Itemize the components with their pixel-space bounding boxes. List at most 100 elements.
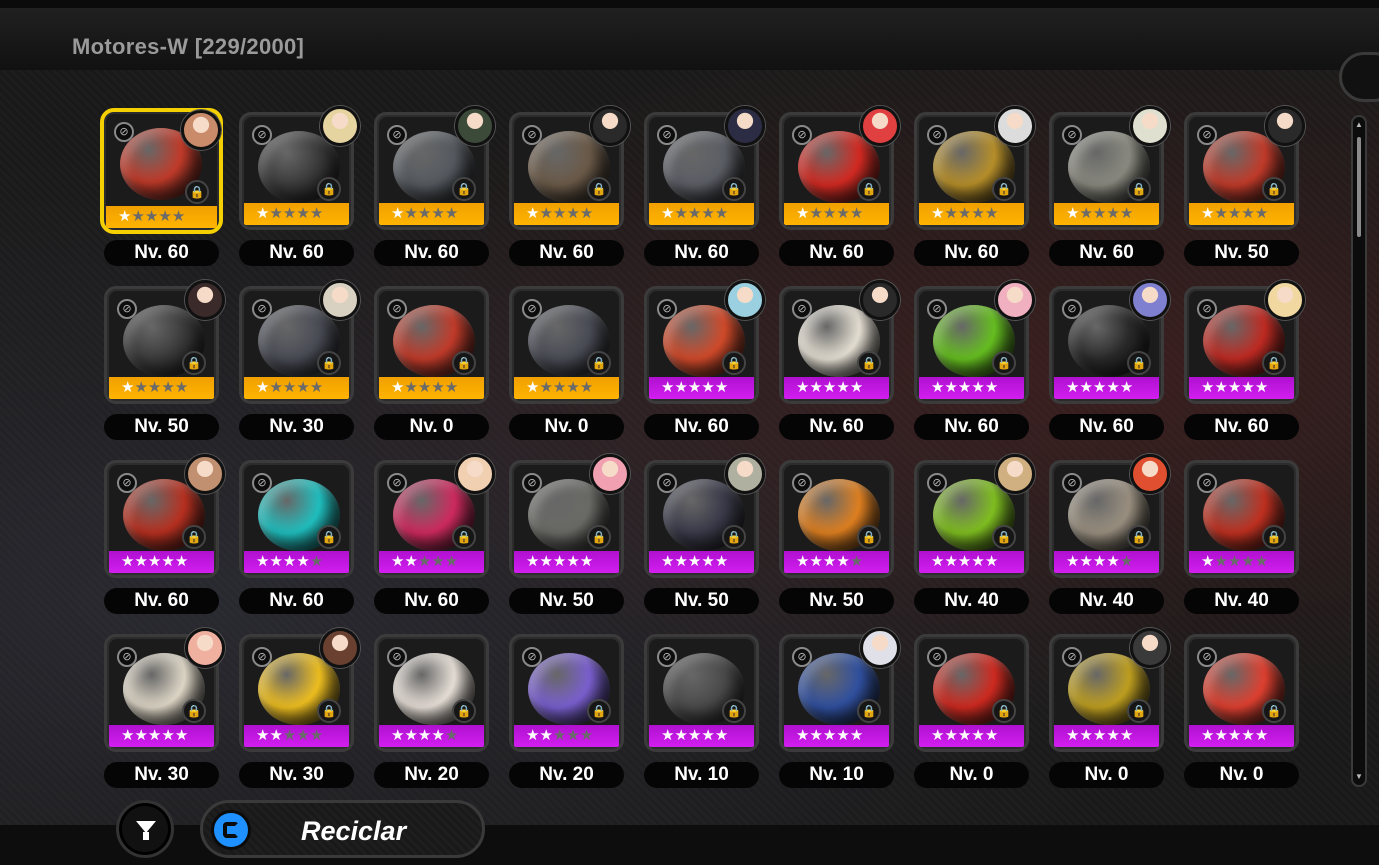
engine-card[interactable]: ⊘ 🔒 ★★★★★ Nv. 50 [100, 280, 225, 456]
engine-card[interactable]: ⊘ 🔒 ★★★★★ Nv. 60 [640, 106, 765, 282]
star-icon: ★ [674, 205, 688, 222]
engine-tile[interactable]: ⊘ 🔒 ★★★★★ [509, 634, 624, 752]
engine-type-icon: ⊘ [252, 647, 272, 667]
engine-card[interactable]: ⊘ 🔒 ★★★★★ Nv. 10 [775, 628, 900, 804]
lock-icon[interactable]: 🔒 [1127, 177, 1151, 201]
equipped-agent-avatar [320, 628, 360, 668]
engine-card[interactable]: ⊘ 🔒 ★★★★★ Nv. 60 [910, 106, 1035, 282]
lock-icon[interactable]: 🔒 [722, 177, 746, 201]
star-icon: ★ [1214, 727, 1228, 744]
lock-icon[interactable]: 🔒 [317, 699, 341, 723]
engine-card[interactable]: ⊘ 🔒 ★★★★★ Nv. 60 [775, 106, 900, 282]
lock-icon[interactable]: 🔒 [452, 699, 476, 723]
engine-card[interactable]: ⊘ 🔒 ★★★★★ Nv. 60 [370, 106, 495, 282]
engine-card[interactable]: ⊘ 🔒 ★★★★★ Nv. 60 [235, 106, 360, 282]
lock-icon[interactable]: 🔒 [185, 180, 209, 204]
engine-tile[interactable]: ⊘ 🔒 ★★★★★ [644, 634, 759, 752]
engine-card[interactable]: ⊘ 🔒 ★★★★★ Nv. 0 [1180, 630, 1303, 804]
lock-icon[interactable]: 🔒 [1262, 351, 1286, 375]
scrollbar[interactable]: ▲ ▼ [1351, 115, 1367, 787]
scroll-thumb[interactable] [1357, 137, 1361, 237]
engine-level: Nv. 60 [644, 240, 759, 266]
engine-card[interactable]: ⊘ 🔒 ★★★★★ Nv. 30 [235, 628, 360, 804]
engine-tile[interactable]: ⊘ 🔒 ★★★★★ [1184, 634, 1299, 752]
engine-tile[interactable]: ⊘ 🔒 ★★★★★ [239, 460, 354, 578]
star-rating: ★★★★★ [1201, 379, 1268, 397]
engine-card[interactable]: ⊘ 🔒 ★★★★★ Nv. 40 [910, 454, 1035, 630]
engine-tile[interactable]: ⊘ 🔒 ★★★★★ [509, 286, 624, 404]
lock-icon[interactable]: 🔒 [182, 351, 206, 375]
engine-card[interactable]: ⊘ 🔒 ★★★★★ Nv. 20 [505, 630, 628, 804]
lock-icon[interactable]: 🔒 [452, 525, 476, 549]
lock-icon[interactable]: 🔒 [587, 177, 611, 201]
engine-card[interactable]: ⊘ 🔒 ★★★★★ Nv. 60 [1045, 106, 1170, 282]
engine-card[interactable]: ⊘ 🔒 ★★★★★ Nv. 30 [100, 628, 225, 804]
engine-card[interactable]: ⊘ 🔒 ★★★★★ Nv. 10 [640, 630, 763, 804]
lock-icon[interactable]: 🔒 [857, 351, 881, 375]
lock-icon[interactable]: 🔒 [1127, 351, 1151, 375]
lock-icon[interactable]: 🔒 [452, 177, 476, 201]
scroll-up-arrow-icon[interactable]: ▲ [1355, 121, 1363, 129]
lock-icon[interactable]: 🔒 [722, 699, 746, 723]
lock-icon[interactable]: 🔒 [857, 699, 881, 723]
lock-icon[interactable]: 🔒 [317, 351, 341, 375]
engine-card[interactable]: ⊘ 🔒 ★★★★★ Nv. 50 [640, 454, 765, 630]
engine-card[interactable]: ⊘ 🔒 ★★★★★ Nv. 60 [100, 108, 223, 282]
engine-level: Nv. 30 [239, 762, 354, 788]
engine-card[interactable]: ⊘ 🔒 ★★★★★ Nv. 40 [1045, 454, 1170, 630]
scroll-down-arrow-icon[interactable]: ▼ [1355, 773, 1363, 781]
lock-icon[interactable]: 🔒 [992, 177, 1016, 201]
engine-card[interactable]: ⊘ 🔒 ★★★★★ Nv. 40 [1180, 456, 1303, 630]
lock-icon[interactable]: 🔒 [587, 351, 611, 375]
engine-card[interactable]: ⊘ 🔒 ★★★★★ Nv. 60 [910, 280, 1035, 456]
engine-tile[interactable]: ⊘ 🔒 ★★★★★ [374, 634, 489, 752]
star-icon: ★ [431, 205, 445, 222]
engine-card[interactable]: ⊘ 🔒 ★★★★★ Nv. 0 [370, 282, 493, 456]
lock-icon[interactable]: 🔒 [182, 699, 206, 723]
lock-icon[interactable]: 🔒 [722, 525, 746, 549]
engine-card[interactable]: ⊘ 🔒 ★★★★★ Nv. 60 [1045, 280, 1170, 456]
engine-tile[interactable]: ⊘ 🔒 ★★★★★ [779, 460, 894, 578]
engine-level: Nv. 10 [779, 762, 894, 788]
lock-icon[interactable]: 🔒 [1127, 699, 1151, 723]
engine-card[interactable]: ⊘ 🔒 ★★★★★ Nv. 50 [505, 454, 630, 630]
engine-card[interactable]: ⊘ 🔒 ★★★★★ Nv. 0 [505, 282, 628, 456]
engine-tile[interactable]: ⊘ 🔒 ★★★★★ [374, 286, 489, 404]
lock-icon[interactable]: 🔒 [857, 177, 881, 201]
rank-band: ★★★★★ [244, 551, 349, 573]
engine-card[interactable]: ⊘ 🔒 ★★★★★ Nv. 30 [235, 280, 360, 456]
engine-card[interactable]: ⊘ 🔒 ★★★★★ Nv. 60 [1180, 280, 1305, 456]
lock-icon[interactable]: 🔒 [722, 351, 746, 375]
engine-card[interactable]: ⊘ 🔒 ★★★★★ Nv. 60 [505, 106, 630, 282]
lock-icon[interactable]: 🔒 [1127, 525, 1151, 549]
star-icon: ★ [1092, 553, 1107, 570]
engine-tile[interactable]: ⊘ 🔒 ★★★★★ [914, 634, 1029, 752]
engine-tile[interactable]: ⊘ 🔒 ★★★★★ [1184, 460, 1299, 578]
engine-card[interactable]: ⊘ 🔒 ★★★★★ Nv. 50 [775, 456, 898, 630]
lock-icon[interactable]: 🔒 [992, 525, 1016, 549]
lock-icon[interactable]: 🔒 [317, 525, 341, 549]
filter-button[interactable] [116, 800, 174, 858]
rank-band: ★★★★★ [244, 377, 349, 399]
lock-icon[interactable]: 🔒 [992, 699, 1016, 723]
lock-icon[interactable]: 🔒 [317, 177, 341, 201]
engine-card[interactable]: ⊘ 🔒 ★★★★★ Nv. 0 [1045, 628, 1170, 804]
lock-icon[interactable]: 🔒 [452, 351, 476, 375]
engine-card[interactable]: ⊘ 🔒 ★★★★★ Nv. 50 [1180, 106, 1305, 282]
engine-card[interactable]: ⊘ 🔒 ★★★★★ Nv. 60 [370, 454, 495, 630]
lock-icon[interactable]: 🔒 [1262, 525, 1286, 549]
engine-card[interactable]: ⊘ 🔒 ★★★★★ Nv. 60 [235, 456, 358, 630]
engine-card[interactable]: ⊘ 🔒 ★★★★★ Nv. 20 [370, 630, 493, 804]
lock-icon[interactable]: 🔒 [587, 525, 611, 549]
engine-card[interactable]: ⊘ 🔒 ★★★★★ Nv. 60 [775, 280, 900, 456]
lock-icon[interactable]: 🔒 [587, 699, 611, 723]
engine-card[interactable]: ⊘ 🔒 ★★★★★ Nv. 60 [640, 280, 765, 456]
lock-icon[interactable]: 🔒 [992, 351, 1016, 375]
recycle-button[interactable]: Reciclar [200, 800, 485, 858]
lock-icon[interactable]: 🔒 [1262, 699, 1286, 723]
lock-icon[interactable]: 🔒 [182, 525, 206, 549]
lock-icon[interactable]: 🔒 [1262, 177, 1286, 201]
engine-card[interactable]: ⊘ 🔒 ★★★★★ Nv. 60 [100, 454, 225, 630]
lock-icon[interactable]: 🔒 [857, 525, 881, 549]
engine-card[interactable]: ⊘ 🔒 ★★★★★ Nv. 0 [910, 630, 1033, 804]
